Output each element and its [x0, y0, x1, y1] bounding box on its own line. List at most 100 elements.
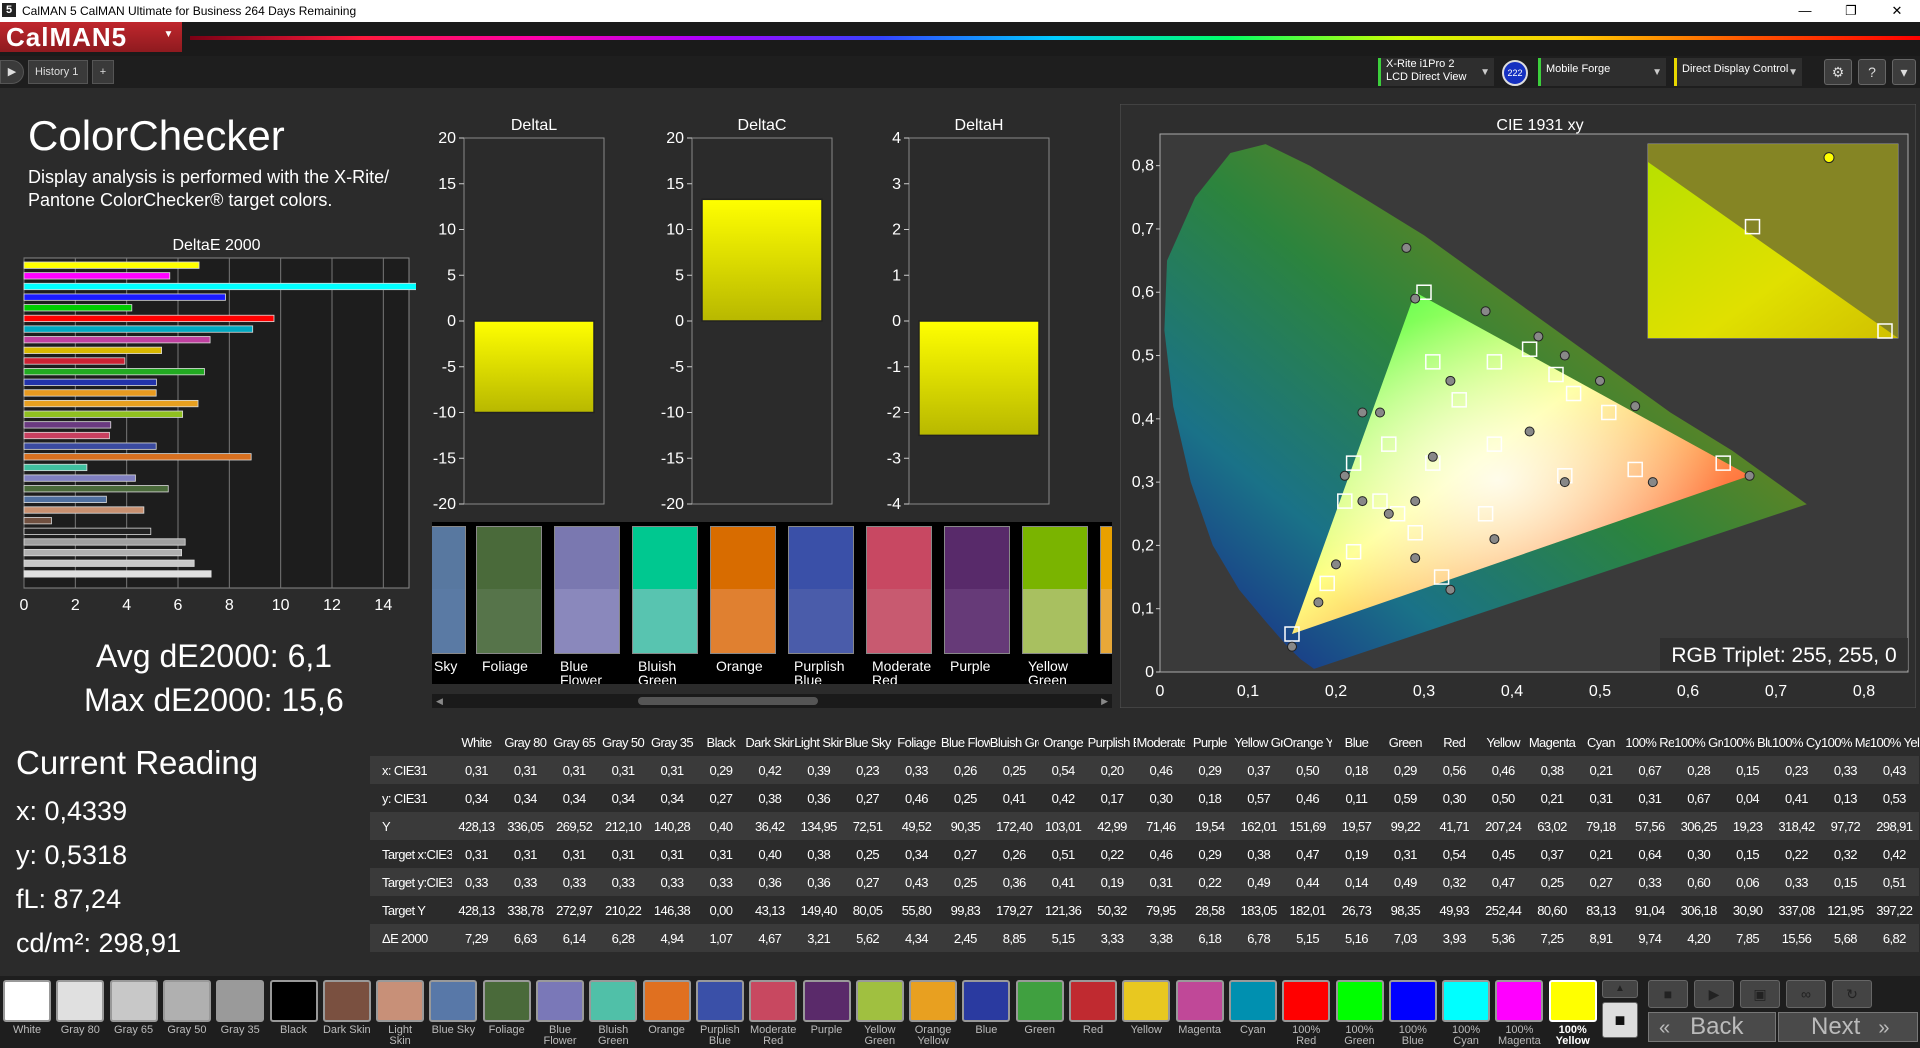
swatch-item[interactable]: Bluish Green — [632, 526, 698, 684]
column-header[interactable]: Gray 50 — [599, 728, 648, 756]
scroll-left-icon[interactable]: ◀ — [436, 696, 443, 707]
color-swatch-button[interactable]: Orange — [642, 980, 691, 1036]
color-swatch-button[interactable]: Purplish Blue — [695, 980, 744, 1047]
column-header[interactable]: Bluish Green — [990, 728, 1039, 756]
color-swatch-button[interactable]: Gray 80 — [56, 980, 105, 1036]
swatch-item[interactable]: Purplish Blue — [788, 526, 854, 684]
column-header[interactable]: Red — [1430, 728, 1479, 756]
swatch-item[interactable] — [1100, 526, 1112, 659]
column-header[interactable]: Gray 65 — [550, 728, 599, 756]
loop-icon[interactable]: ∞ — [1786, 980, 1826, 1008]
column-header[interactable]: 100% Green — [1674, 728, 1723, 756]
next-button[interactable]: Next » — [1778, 1012, 1918, 1042]
column-header[interactable]: Magenta — [1528, 728, 1577, 756]
step-up-icon[interactable]: ▲ — [1602, 980, 1638, 998]
settings-gear-icon[interactable]: ⚙ — [1824, 59, 1852, 85]
swatch-item[interactable]: Foliage — [476, 526, 542, 673]
column-header[interactable]: 100% Yellow — [1870, 728, 1919, 756]
column-header[interactable]: Orange Yellow — [1283, 728, 1332, 756]
swatch-item[interactable]: Moderate Red — [866, 526, 932, 684]
column-header[interactable]: Moderate Red — [1136, 728, 1185, 756]
more-options-icon[interactable]: ▾ — [1892, 59, 1916, 85]
color-swatch-button[interactable]: Cyan — [1228, 980, 1277, 1036]
color-swatch-button[interactable]: Black — [269, 980, 318, 1036]
color-swatch-button[interactable]: Foliage — [482, 980, 531, 1036]
play-measure-icon[interactable]: ▶ — [1694, 980, 1734, 1008]
column-header[interactable]: 100% Magenta — [1821, 728, 1870, 756]
swatch-item[interactable]: Purple — [944, 526, 1010, 673]
swatch-item[interactable]: Sky — [432, 526, 466, 673]
display-selector[interactable]: Direct Display Control ▼ — [1674, 58, 1802, 86]
table-cell: 7,03 — [1380, 924, 1430, 952]
help-icon[interactable]: ? — [1858, 59, 1886, 85]
color-swatch-button[interactable]: Purple — [802, 980, 851, 1036]
column-header[interactable]: Foliage — [892, 728, 941, 756]
column-header[interactable] — [370, 728, 452, 756]
column-header[interactable]: Blue — [1332, 728, 1381, 756]
back-button[interactable]: « Back — [1648, 1012, 1776, 1042]
swatch-item[interactable]: Orange — [710, 526, 776, 673]
color-swatch-button[interactable]: Gray 65 — [109, 980, 158, 1036]
color-swatch-button[interactable]: 100% Cyan — [1442, 980, 1491, 1047]
color-swatch-button[interactable]: Yellow Green — [855, 980, 904, 1047]
column-header[interactable]: Purplish Blue — [1088, 728, 1137, 756]
column-header[interactable]: Cyan — [1576, 728, 1625, 756]
color-swatch-button[interactable]: White — [3, 980, 51, 1036]
column-header[interactable]: 100% Red — [1625, 728, 1674, 756]
column-header[interactable]: Purple — [1185, 728, 1234, 756]
column-header[interactable]: White — [452, 728, 501, 756]
column-header[interactable]: Blue Sky — [843, 728, 892, 756]
column-header[interactable]: Orange — [1039, 728, 1088, 756]
column-header[interactable]: Yellow — [1479, 728, 1528, 756]
color-swatch-button[interactable]: 100% Yellow — [1548, 980, 1597, 1047]
column-header[interactable]: 100% Cyan — [1772, 728, 1821, 756]
stop-measure-icon[interactable]: ■ — [1648, 980, 1688, 1008]
color-swatch-button[interactable]: Gray 35 — [216, 980, 265, 1036]
color-swatch-button[interactable]: Magenta — [1175, 980, 1224, 1036]
color-swatch-button[interactable]: 100% Red — [1282, 980, 1331, 1047]
meter-badge[interactable]: 222 — [1502, 60, 1528, 86]
swatch-item[interactable]: Blue Flower — [554, 526, 620, 684]
column-header[interactable]: Gray 80 — [501, 728, 550, 756]
play-icon[interactable]: ▶ — [0, 60, 24, 84]
column-header[interactable]: Green — [1381, 728, 1430, 756]
color-swatch-button[interactable]: Red — [1069, 980, 1117, 1036]
swatch-color — [749, 980, 798, 1022]
column-header[interactable]: 100% Blue — [1723, 728, 1772, 756]
column-header[interactable]: Black — [696, 728, 745, 756]
color-swatch-button[interactable]: 100% Magenta — [1495, 980, 1544, 1047]
source-selector[interactable]: Mobile Forge ▼ — [1538, 58, 1666, 86]
color-swatch-button[interactable]: Light Skin — [376, 980, 425, 1047]
column-header[interactable]: Gray 35 — [648, 728, 697, 756]
scroll-right-icon[interactable]: ▶ — [1101, 696, 1108, 707]
color-swatch-button[interactable]: Blue Flower — [536, 980, 584, 1047]
color-swatch-button[interactable]: Dark Skin — [322, 980, 371, 1036]
color-swatch-button[interactable]: Bluish Green — [589, 980, 638, 1047]
column-header[interactable]: Dark Skin — [745, 728, 794, 756]
tab-history-1[interactable]: History 1 — [28, 60, 88, 84]
column-header[interactable]: Light Skin — [794, 728, 843, 756]
refresh-icon[interactable]: ↻ — [1832, 980, 1872, 1008]
swatch-scrollbar[interactable]: ◀ ▶ — [432, 694, 1112, 708]
color-swatch-button[interactable]: Yellow — [1122, 980, 1171, 1036]
color-swatch-button[interactable]: Gray 50 — [162, 980, 211, 1036]
color-swatch-button[interactable]: 100% Blue — [1388, 980, 1437, 1047]
stop-icon[interactable]: ■ — [1602, 1002, 1638, 1038]
close-button[interactable]: ✕ — [1874, 0, 1920, 22]
brand-menu-button[interactable]: CalMAN5 ▼ — [0, 22, 182, 52]
column-header[interactable]: Blue Flower — [941, 728, 990, 756]
save-icon[interactable]: ▣ — [1740, 980, 1780, 1008]
scrollbar-thumb[interactable] — [638, 697, 818, 705]
minimize-button[interactable]: — — [1782, 0, 1828, 22]
meter-selector[interactable]: X-Rite i1Pro 2 LCD Direct View ▼ — [1378, 58, 1494, 86]
color-swatch-button[interactable]: Blue — [962, 980, 1011, 1036]
color-swatch-button[interactable]: Orange Yellow — [909, 980, 958, 1047]
swatch-item[interactable]: Yellow Green — [1022, 526, 1088, 684]
add-tab-button[interactable]: + — [92, 60, 114, 84]
restore-button[interactable]: ❐ — [1828, 0, 1874, 22]
color-swatch-button[interactable]: 100% Green — [1335, 980, 1384, 1047]
color-swatch-button[interactable]: Blue Sky — [429, 980, 478, 1036]
color-swatch-button[interactable]: Green — [1015, 980, 1064, 1036]
color-swatch-button[interactable]: Moderate Red — [749, 980, 798, 1047]
column-header[interactable]: Yellow Green — [1234, 728, 1283, 756]
